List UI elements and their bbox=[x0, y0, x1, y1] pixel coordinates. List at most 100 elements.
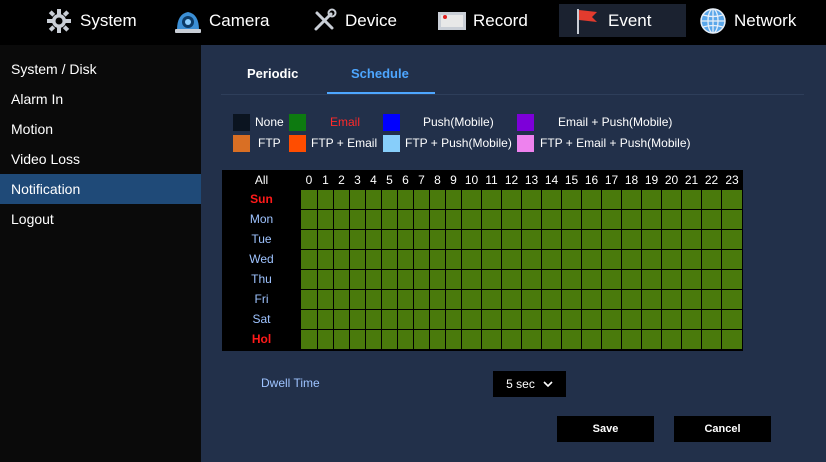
schedule-cell[interactable] bbox=[662, 210, 681, 229]
schedule-cell[interactable] bbox=[414, 330, 429, 349]
sidebar-item-alarm-in[interactable]: Alarm In bbox=[0, 84, 201, 114]
schedule-cell[interactable] bbox=[318, 210, 333, 229]
schedule-cell[interactable] bbox=[582, 230, 601, 249]
nav-record[interactable]: Record bbox=[437, 4, 528, 37]
schedule-cell[interactable] bbox=[366, 290, 381, 309]
schedule-cell[interactable] bbox=[622, 230, 641, 249]
select-all-header[interactable]: All bbox=[223, 171, 300, 189]
hour-header[interactable]: 18 bbox=[622, 171, 641, 189]
schedule-cell[interactable] bbox=[642, 330, 661, 349]
hour-header[interactable]: 5 bbox=[382, 171, 397, 189]
schedule-cell[interactable] bbox=[622, 330, 641, 349]
schedule-cell[interactable] bbox=[502, 290, 521, 309]
schedule-cell[interactable] bbox=[542, 230, 561, 249]
tab-schedule[interactable]: Schedule bbox=[351, 66, 409, 81]
schedule-cell[interactable] bbox=[430, 210, 445, 229]
hour-header[interactable]: 20 bbox=[662, 171, 681, 189]
schedule-cell[interactable] bbox=[722, 250, 742, 269]
schedule-cell[interactable] bbox=[602, 230, 621, 249]
schedule-cell[interactable] bbox=[662, 230, 681, 249]
schedule-cell[interactable] bbox=[414, 250, 429, 269]
schedule-cell[interactable] bbox=[722, 270, 742, 289]
schedule-cell[interactable] bbox=[582, 290, 601, 309]
hour-header[interactable]: 9 bbox=[446, 171, 461, 189]
schedule-cell[interactable] bbox=[301, 270, 317, 289]
schedule-cell[interactable] bbox=[542, 190, 561, 209]
schedule-cell[interactable] bbox=[502, 190, 521, 209]
schedule-cell[interactable] bbox=[462, 230, 481, 249]
schedule-cell[interactable] bbox=[366, 190, 381, 209]
schedule-cell[interactable] bbox=[582, 270, 601, 289]
schedule-cell[interactable] bbox=[682, 230, 701, 249]
hour-header[interactable]: 17 bbox=[602, 171, 621, 189]
schedule-cell[interactable] bbox=[334, 250, 349, 269]
schedule-cell[interactable] bbox=[366, 270, 381, 289]
schedule-cell[interactable] bbox=[542, 210, 561, 229]
schedule-cell[interactable] bbox=[334, 190, 349, 209]
hour-header[interactable]: 13 bbox=[522, 171, 541, 189]
schedule-cell[interactable] bbox=[334, 230, 349, 249]
schedule-cell[interactable] bbox=[522, 250, 541, 269]
schedule-cell[interactable] bbox=[722, 310, 742, 329]
schedule-cell[interactable] bbox=[702, 190, 721, 209]
schedule-cell[interactable] bbox=[398, 330, 413, 349]
schedule-cell[interactable] bbox=[301, 190, 317, 209]
schedule-cell[interactable] bbox=[482, 190, 501, 209]
schedule-cell[interactable] bbox=[642, 310, 661, 329]
day-label[interactable]: Wed bbox=[223, 250, 300, 269]
schedule-cell[interactable] bbox=[602, 250, 621, 269]
hour-header[interactable]: 1 bbox=[318, 171, 333, 189]
schedule-cell[interactable] bbox=[318, 290, 333, 309]
save-button[interactable]: Save bbox=[557, 416, 654, 442]
schedule-cell[interactable] bbox=[702, 270, 721, 289]
hour-header[interactable]: 10 bbox=[462, 171, 481, 189]
schedule-cell[interactable] bbox=[522, 290, 541, 309]
schedule-cell[interactable] bbox=[430, 190, 445, 209]
schedule-cell[interactable] bbox=[462, 190, 481, 209]
schedule-cell[interactable] bbox=[430, 250, 445, 269]
schedule-cell[interactable] bbox=[398, 230, 413, 249]
sidebar-item-notification[interactable]: Notification bbox=[0, 174, 201, 204]
schedule-cell[interactable] bbox=[414, 230, 429, 249]
schedule-cell[interactable] bbox=[682, 190, 701, 209]
schedule-cell[interactable] bbox=[414, 210, 429, 229]
schedule-cell[interactable] bbox=[446, 210, 461, 229]
schedule-cell[interactable] bbox=[462, 330, 481, 349]
schedule-cell[interactable] bbox=[301, 250, 317, 269]
schedule-cell[interactable] bbox=[446, 270, 461, 289]
schedule-cell[interactable] bbox=[502, 210, 521, 229]
schedule-cell[interactable] bbox=[398, 190, 413, 209]
schedule-cell[interactable] bbox=[622, 210, 641, 229]
nav-network[interactable]: Network bbox=[698, 4, 796, 37]
schedule-cell[interactable] bbox=[382, 230, 397, 249]
schedule-cell[interactable] bbox=[622, 310, 641, 329]
schedule-cell[interactable] bbox=[722, 290, 742, 309]
schedule-cell[interactable] bbox=[414, 310, 429, 329]
schedule-cell[interactable] bbox=[582, 310, 601, 329]
schedule-cell[interactable] bbox=[562, 250, 581, 269]
schedule-cell[interactable] bbox=[430, 290, 445, 309]
schedule-cell[interactable] bbox=[562, 270, 581, 289]
schedule-cell[interactable] bbox=[702, 210, 721, 229]
schedule-cell[interactable] bbox=[522, 210, 541, 229]
schedule-cell[interactable] bbox=[366, 310, 381, 329]
schedule-cell[interactable] bbox=[522, 330, 541, 349]
schedule-cell[interactable] bbox=[318, 310, 333, 329]
schedule-cell[interactable] bbox=[662, 310, 681, 329]
schedule-cell[interactable] bbox=[682, 290, 701, 309]
schedule-cell[interactable] bbox=[582, 330, 601, 349]
schedule-cell[interactable] bbox=[350, 270, 365, 289]
schedule-cell[interactable] bbox=[366, 250, 381, 269]
schedule-cell[interactable] bbox=[622, 290, 641, 309]
schedule-cell[interactable] bbox=[482, 250, 501, 269]
schedule-cell[interactable] bbox=[482, 330, 501, 349]
sidebar-item-motion[interactable]: Motion bbox=[0, 114, 201, 144]
cancel-button[interactable]: Cancel bbox=[674, 416, 771, 442]
schedule-cell[interactable] bbox=[398, 310, 413, 329]
schedule-cell[interactable] bbox=[350, 310, 365, 329]
schedule-cell[interactable] bbox=[430, 310, 445, 329]
schedule-cell[interactable] bbox=[366, 210, 381, 229]
hour-header[interactable]: 0 bbox=[301, 171, 317, 189]
schedule-cell[interactable] bbox=[562, 190, 581, 209]
schedule-cell[interactable] bbox=[722, 190, 742, 209]
